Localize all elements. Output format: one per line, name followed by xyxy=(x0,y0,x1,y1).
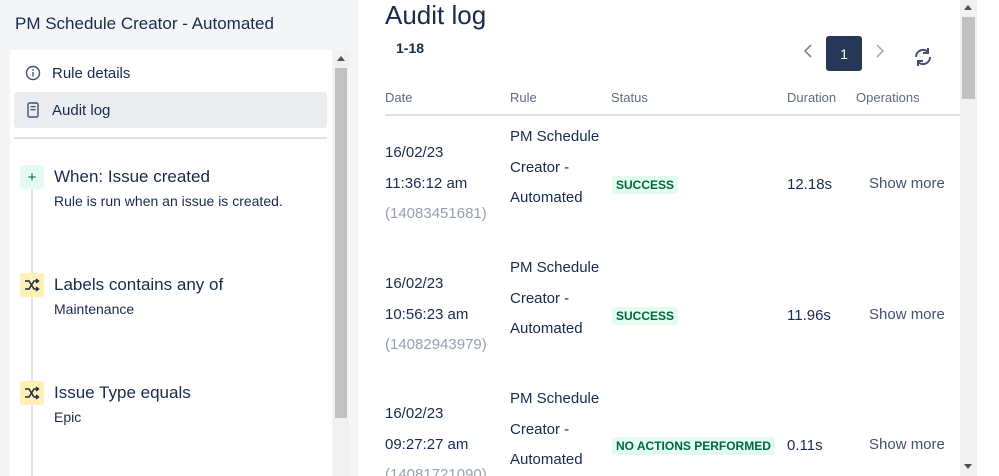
rule-title: PM Schedule Creator - Automated xyxy=(15,14,274,33)
execution-id: (14082943979) xyxy=(385,336,487,353)
chevron-left-icon[interactable] xyxy=(800,41,816,61)
refresh-icon[interactable] xyxy=(912,46,934,68)
document-icon xyxy=(14,102,52,118)
step-subtitle: Maintenance xyxy=(54,301,135,317)
shuffle-icon xyxy=(20,273,44,297)
divider xyxy=(14,137,327,139)
date-text: 16/02/23 xyxy=(385,405,444,422)
show-more-link[interactable]: Show more xyxy=(869,436,945,453)
row-duration: 11.96s xyxy=(787,307,831,324)
sidebar-scrollbar[interactable] xyxy=(333,50,349,476)
row-rule: PM Schedule Creator - Automated xyxy=(510,128,600,206)
step-subtitle: Epic xyxy=(54,409,82,425)
timeline-connector xyxy=(31,170,33,476)
scrollbar-thumb[interactable] xyxy=(962,17,975,99)
step-title: When: Issue created xyxy=(54,167,210,186)
scroll-up-arrow-icon[interactable] xyxy=(337,56,345,61)
row-date: 16/02/23 11:36:12 am (14083451681) xyxy=(385,138,487,230)
date-text: 16/02/23 xyxy=(385,144,444,161)
show-more-link[interactable]: Show more xyxy=(869,175,945,192)
status-badge: SUCCESS xyxy=(612,176,679,194)
step-title: Issue Type equals xyxy=(54,383,191,402)
status-badge: SUCCESS xyxy=(612,307,679,325)
time-text: 09:27:27 am xyxy=(385,435,469,453)
execution-id: (14081721090) xyxy=(385,466,487,476)
scroll-up-arrow-icon[interactable] xyxy=(964,5,972,10)
row-date: 16/02/23 09:27:27 am (14081721090) xyxy=(385,399,487,476)
step-subtitle: Rule is run when an issue is created. xyxy=(54,193,283,209)
row-rule: PM Schedule Creator - Automated xyxy=(510,390,600,468)
rule-nav-card: Rule details Audit log + When: Issue cre… xyxy=(10,50,332,476)
show-more-link[interactable]: Show more xyxy=(869,306,945,323)
row-date: 16/02/23 10:56:23 am (14082943979) xyxy=(385,269,487,361)
column-header-rule: Rule xyxy=(510,90,537,105)
date-text: 16/02/23 xyxy=(385,275,444,292)
scrollbar-thumb[interactable] xyxy=(335,68,347,418)
page-button-current[interactable]: 1 xyxy=(826,36,862,71)
plus-icon: + xyxy=(20,165,44,189)
header-divider xyxy=(385,114,960,116)
chevron-right-icon[interactable] xyxy=(872,41,888,61)
row-duration: 0.11s xyxy=(787,437,823,454)
time-text: 11:36:12 am xyxy=(385,174,468,192)
rule-sidebar: PM Schedule Creator - Automated Rule det… xyxy=(0,0,358,476)
page-title: Audit log xyxy=(385,0,487,30)
time-text: 10:56:23 am xyxy=(385,305,469,323)
result-range: 1-18 xyxy=(396,40,425,56)
column-header-date: Date xyxy=(385,90,413,105)
step-title: Labels contains any of xyxy=(54,275,224,294)
main-scrollbar[interactable] xyxy=(960,0,977,476)
column-header-duration: Duration xyxy=(787,90,837,105)
status-badge: NO ACTIONS PERFORMED xyxy=(612,437,775,455)
column-header-operations: Operations xyxy=(856,90,920,105)
info-icon xyxy=(14,65,52,81)
nav-label: Audit log xyxy=(52,101,111,119)
execution-id: (14083451681) xyxy=(385,205,487,222)
nav-rule-details[interactable]: Rule details xyxy=(14,55,327,91)
row-rule: PM Schedule Creator - Automated xyxy=(510,259,600,337)
nav-label: Rule details xyxy=(52,64,131,82)
scroll-down-arrow-icon[interactable] xyxy=(964,464,972,469)
row-duration: 12.18s xyxy=(787,176,833,193)
nav-audit-log[interactable]: Audit log xyxy=(14,92,327,128)
shuffle-icon xyxy=(20,381,44,405)
column-header-status: Status xyxy=(611,90,648,105)
